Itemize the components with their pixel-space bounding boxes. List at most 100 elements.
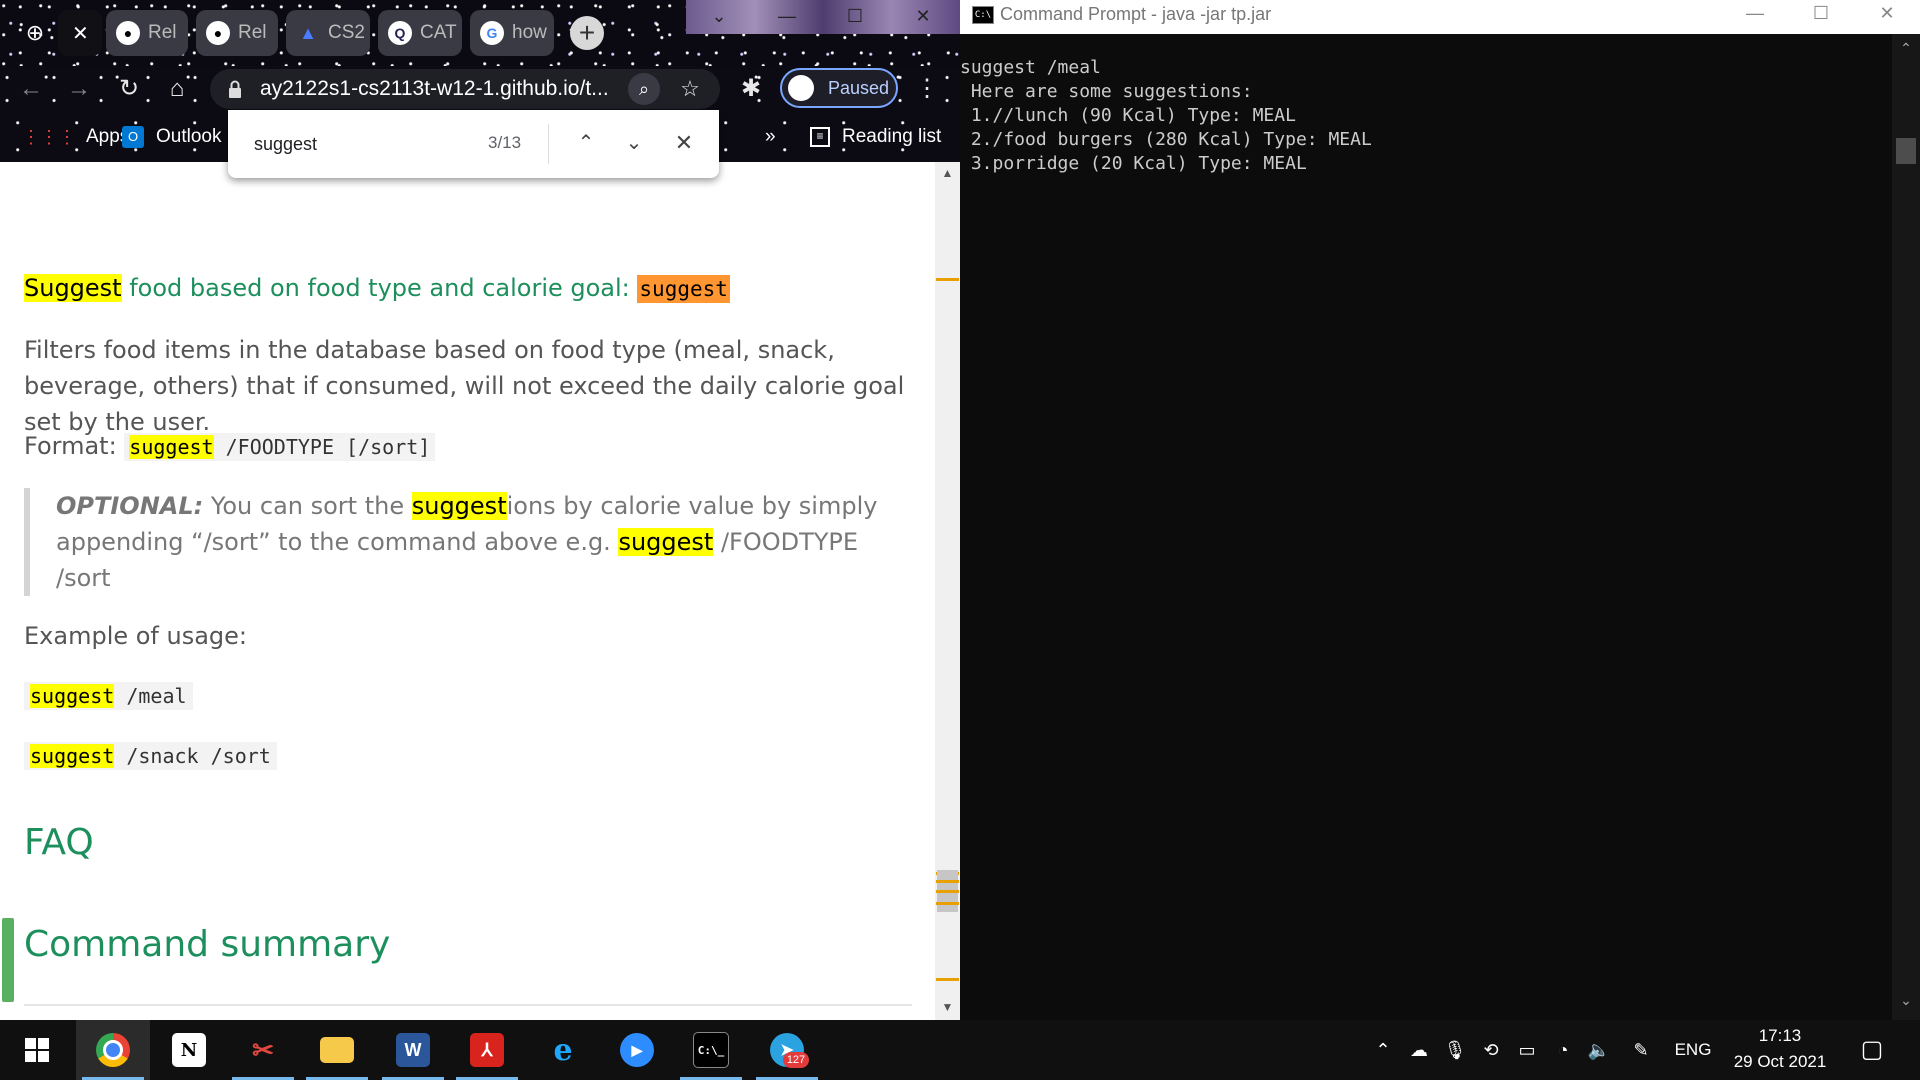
tab-label: CAT [420,22,457,43]
taskbar-acrobat[interactable]: ⅄ [450,1020,524,1080]
new-tab-button[interactable]: + [570,16,604,50]
terminal-output[interactable]: suggest /meal Here are some suggestions:… [960,56,1890,176]
reading-list[interactable]: ≡ Reading list [810,112,941,162]
scroll-up-icon[interactable]: ▲ [935,166,960,180]
show-hidden-icons[interactable]: ⌃ [1368,1020,1398,1080]
find-marker [936,890,959,893]
taskbar: N ✂ W ⅄ e ▶ C:\_ ➤ ⌃ ☁ 🎙 ⟲ ▭ ◔ 🔈 ✎ ENG 1… [0,1020,1920,1080]
tab-label: Rel [238,22,267,43]
taskbar-snipping-tool[interactable]: ✂ [226,1020,300,1080]
scissors-icon: ✂ [252,1034,274,1065]
taskbar-chrome[interactable] [76,1020,150,1080]
example-code-1: suggest /meal [24,682,193,710]
bookmarks-overflow[interactable]: » [765,112,776,162]
onedrive-icon[interactable]: ☁ [1404,1020,1434,1080]
profile-button[interactable]: Paused [780,68,898,108]
profile-status: Paused [828,78,890,98]
tab-release-2[interactable]: ● Rel [196,10,278,56]
taskbar-notion[interactable]: N [152,1020,226,1080]
taskbar-internet-explorer[interactable]: e [526,1020,600,1080]
avatar [788,75,814,101]
scroll-thumb[interactable] [1896,138,1916,164]
language-indicator[interactable]: ENG [1668,1020,1718,1080]
page-side-indicator [2,918,14,1002]
forward-icon[interactable]: → [62,72,96,106]
search-highlight: suggest [618,528,714,556]
telegram-unread-badge: 127 [783,1052,809,1068]
taskbar-command-prompt[interactable]: C:\_ [674,1020,748,1080]
search-highlight: Suggest [24,274,122,302]
command-summary-heading: Command summary [24,924,391,965]
extensions-icon[interactable]: ✱ [734,72,768,106]
zoom-icon: ▶ [620,1033,654,1067]
menu-icon[interactable]: ⋮ [910,72,944,106]
tab-cs2113[interactable]: ▲ CS2 [286,10,370,56]
home-icon[interactable]: ⌂ [160,72,194,106]
scroll-down-icon[interactable]: ⌄ [1892,992,1920,1009]
section-heading: Suggest food based on food type and calo… [24,274,730,303]
cmd-app-icon: C:\ [972,6,994,24]
find-marker [936,978,959,981]
minimize-icon[interactable]: — [1722,0,1788,30]
minimize-icon[interactable]: — [754,2,820,32]
taskbar-telegram[interactable]: ➤ [750,1020,824,1080]
find-marker [936,278,959,281]
find-marker [936,880,959,883]
google-icon: G [480,21,504,45]
find-bar: 3/13 ⌃ ⌄ ✕ [228,110,719,178]
find-input[interactable] [252,128,456,160]
clock[interactable]: 17:13 29 Oct 2021 [1720,1020,1840,1080]
tab-cat[interactable]: Q CAT [378,10,462,56]
reading-list-label: Reading list [842,126,942,147]
battery-icon[interactable]: ▭ [1512,1020,1542,1080]
clock-time: 17:13 [1758,1026,1802,1045]
format-code: suggest /FOODTYPE [/sort] [124,433,436,461]
microphone-icon[interactable]: 🎙 [1440,1020,1470,1080]
page-scrollbar[interactable]: ▲ ▼ [935,162,960,1020]
close-window-icon[interactable]: ✕ [890,2,956,32]
find-previous-icon[interactable]: ⌃ [570,127,602,159]
tab-release-1[interactable]: ● Rel [106,10,188,56]
sync-icon[interactable]: ⟲ [1476,1020,1506,1080]
bookmark-star-icon[interactable]: ☆ [674,73,706,105]
volume-icon[interactable]: 🔈 [1584,1020,1614,1080]
scroll-down-icon[interactable]: ▼ [935,1000,960,1014]
start-button[interactable] [0,1020,74,1080]
cmd-window-title: Command Prompt - java -jar tp.jar [1000,4,1272,24]
format-args: /FOODTYPE [/sort] [213,435,431,459]
cmd-scrollbar[interactable]: ⌃ ⌄ [1892,34,1920,1020]
find-next-icon[interactable]: ⌄ [618,127,650,159]
bookmark-outlook[interactable]: O Outlook [122,112,221,162]
pen-icon[interactable]: ✎ [1626,1020,1656,1080]
address-bar[interactable]: ay2122s1-cs2113t-w12-1.github.io/t... ⌕ … [210,69,720,109]
internet-explorer-icon: e [553,1032,573,1068]
clock-date: 29 Oct 2021 [1733,1052,1827,1071]
notifications-icon[interactable]: ▢ [1852,1020,1892,1080]
close-window-icon[interactable]: ✕ [1854,0,1920,30]
heading-text: food based on food type and calorie goal… [121,274,638,302]
wifi-icon[interactable]: ◔ [1548,1020,1578,1080]
search-highlight: suggest [411,492,507,520]
scroll-up-icon[interactable]: ⌃ [1892,40,1920,57]
tab-current[interactable]: ✕ [58,10,102,56]
outlook-icon: O [122,126,144,148]
close-icon[interactable]: ✕ [72,21,89,46]
find-close-icon[interactable]: ✕ [668,127,700,159]
reload-icon[interactable]: ↻ [112,72,146,106]
maximize-icon[interactable]: ☐ [822,2,888,32]
web-page: Suggest food based on food type and calo… [0,162,935,1020]
minimize-chevron-icon[interactable]: ⌄ [686,2,752,32]
find-match-count: 3/13 [488,133,522,152]
taskbar-word[interactable]: W [376,1020,450,1080]
bookmark-apps[interactable]: ⋮⋮⋮ Apps [22,112,129,162]
find-in-page-icon[interactable]: ⌕ [628,73,660,105]
taskbar-file-explorer[interactable] [300,1020,374,1080]
taskbar-zoom[interactable]: ▶ [600,1020,674,1080]
tab-google[interactable]: G how [470,10,554,56]
back-icon[interactable]: ← [14,72,48,106]
find-marker [936,902,959,905]
example-label: Example of usage: [24,622,248,650]
optional-label: OPTIONAL: [56,492,204,520]
maximize-icon[interactable]: ☐ [1788,0,1854,30]
current-search-highlight: suggest [637,275,730,303]
